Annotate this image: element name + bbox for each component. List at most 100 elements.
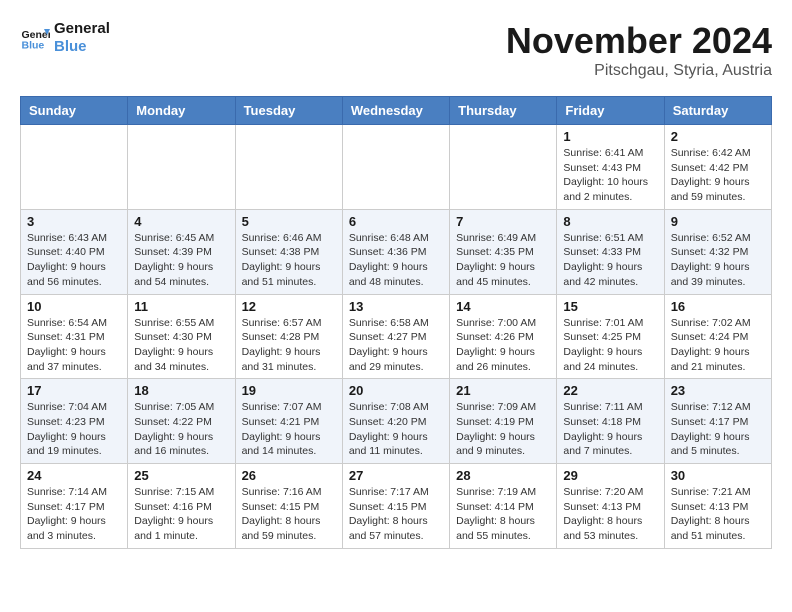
day-info: Sunrise: 6:52 AM Sunset: 4:32 PM Dayligh… bbox=[671, 231, 765, 290]
calendar-cell: 2 Sunrise: 6:42 AM Sunset: 4:42 PM Daylig… bbox=[664, 125, 771, 210]
day-info: Sunrise: 6:46 AM Sunset: 4:38 PM Dayligh… bbox=[242, 231, 336, 290]
day-info: Sunrise: 7:17 AM Sunset: 4:15 PM Dayligh… bbox=[349, 485, 443, 544]
calendar-table: SundayMondayTuesdayWednesdayThursdayFrid… bbox=[20, 96, 772, 549]
calendar-cell: 5Sunrise: 6:46 AM Sunset: 4:38 PM Daylig… bbox=[235, 209, 342, 294]
day-info: Sunrise: 6:42 AM Sunset: 4:42 PM Dayligh… bbox=[671, 146, 765, 205]
calendar-cell: 20 Sunrise: 7:08 AM Sunset: 4:20 PM Dayli… bbox=[342, 379, 449, 464]
day-info: Sunrise: 6:48 AM Sunset: 4:36 PM Dayligh… bbox=[349, 231, 443, 290]
day-number: 19 bbox=[242, 383, 336, 398]
calendar-cell: 29 Sunrise: 7:20 AM Sunset: 4:13 PM Dayli… bbox=[557, 464, 664, 549]
calendar-cell: 17 Sunrise: 7:04 AM Sunset: 4:23 PM Dayli… bbox=[21, 379, 128, 464]
day-info: Sunrise: 6:41 AM Sunset: 4:43 PM Dayligh… bbox=[563, 146, 657, 205]
calendar-cell bbox=[235, 125, 342, 210]
day-number: 10 bbox=[27, 299, 121, 314]
svg-text:Blue: Blue bbox=[22, 40, 45, 52]
day-info: Sunrise: 7:11 AM Sunset: 4:18 PM Dayligh… bbox=[563, 400, 657, 459]
day-number: 21 bbox=[456, 383, 550, 398]
calendar-cell: 8 Sunrise: 6:51 AM Sunset: 4:33 PM Daylig… bbox=[557, 209, 664, 294]
calendar-week-row: 24 Sunrise: 7:14 AM Sunset: 4:17 PM Dayli… bbox=[21, 464, 772, 549]
day-info: Sunrise: 7:00 AM Sunset: 4:26 PM Dayligh… bbox=[456, 316, 550, 375]
day-info: Sunrise: 6:45 AM Sunset: 4:39 PM Dayligh… bbox=[134, 231, 228, 290]
day-info: Sunrise: 7:08 AM Sunset: 4:20 PM Dayligh… bbox=[349, 400, 443, 459]
logo-icon: General Blue bbox=[20, 23, 50, 53]
day-number: 11 bbox=[134, 299, 228, 314]
day-number: 29 bbox=[563, 468, 657, 483]
day-number: 25 bbox=[134, 468, 228, 483]
day-info: Sunrise: 6:43 AM Sunset: 4:40 PM Dayligh… bbox=[27, 231, 121, 290]
calendar-cell: 22Sunrise: 7:11 AM Sunset: 4:18 PM Dayli… bbox=[557, 379, 664, 464]
weekday-header: Thursday bbox=[450, 97, 557, 125]
logo: General Blue General Blue bbox=[20, 20, 110, 56]
day-info: Sunrise: 6:49 AM Sunset: 4:35 PM Dayligh… bbox=[456, 231, 550, 290]
day-number: 23 bbox=[671, 383, 765, 398]
day-info: Sunrise: 6:54 AM Sunset: 4:31 PM Dayligh… bbox=[27, 316, 121, 375]
day-number: 7 bbox=[456, 214, 550, 229]
day-number: 15 bbox=[563, 299, 657, 314]
day-info: Sunrise: 6:51 AM Sunset: 4:33 PM Dayligh… bbox=[563, 231, 657, 290]
day-number: 14 bbox=[456, 299, 550, 314]
day-info: Sunrise: 7:04 AM Sunset: 4:23 PM Dayligh… bbox=[27, 400, 121, 459]
day-number: 9 bbox=[671, 214, 765, 229]
day-number: 4 bbox=[134, 214, 228, 229]
calendar-cell: 26Sunrise: 7:16 AM Sunset: 4:15 PM Dayli… bbox=[235, 464, 342, 549]
calendar-cell: 18 Sunrise: 7:05 AM Sunset: 4:22 PM Dayli… bbox=[128, 379, 235, 464]
weekday-header: Wednesday bbox=[342, 97, 449, 125]
logo-text-general: General bbox=[54, 20, 110, 38]
day-number: 26 bbox=[242, 468, 336, 483]
calendar-week-row: 1 Sunrise: 6:41 AM Sunset: 4:43 PM Daylig… bbox=[21, 125, 772, 210]
calendar-cell: 12Sunrise: 6:57 AM Sunset: 4:28 PM Dayli… bbox=[235, 294, 342, 379]
day-info: Sunrise: 7:19 AM Sunset: 4:14 PM Dayligh… bbox=[456, 485, 550, 544]
day-number: 28 bbox=[456, 468, 550, 483]
calendar-cell bbox=[128, 125, 235, 210]
calendar-cell bbox=[342, 125, 449, 210]
calendar-cell: 4 Sunrise: 6:45 AM Sunset: 4:39 PM Daylig… bbox=[128, 209, 235, 294]
calendar-week-row: 17 Sunrise: 7:04 AM Sunset: 4:23 PM Dayli… bbox=[21, 379, 772, 464]
calendar-cell: 1 Sunrise: 6:41 AM Sunset: 4:43 PM Daylig… bbox=[557, 125, 664, 210]
day-number: 30 bbox=[671, 468, 765, 483]
calendar-cell: 7 Sunrise: 6:49 AM Sunset: 4:35 PM Daylig… bbox=[450, 209, 557, 294]
day-number: 3 bbox=[27, 214, 121, 229]
calendar-cell: 30 Sunrise: 7:21 AM Sunset: 4:13 PM Dayli… bbox=[664, 464, 771, 549]
calendar-week-row: 3 Sunrise: 6:43 AM Sunset: 4:40 PM Daylig… bbox=[21, 209, 772, 294]
calendar-cell: 10 Sunrise: 6:54 AM Sunset: 4:31 PM Dayli… bbox=[21, 294, 128, 379]
day-number: 8 bbox=[563, 214, 657, 229]
day-info: Sunrise: 7:12 AM Sunset: 4:17 PM Dayligh… bbox=[671, 400, 765, 459]
day-info: Sunrise: 6:58 AM Sunset: 4:27 PM Dayligh… bbox=[349, 316, 443, 375]
calendar-cell: 27 Sunrise: 7:17 AM Sunset: 4:15 PM Dayli… bbox=[342, 464, 449, 549]
title-section: November 2024 Pitschgau, Styria, Austria bbox=[506, 20, 772, 80]
calendar-cell: 28 Sunrise: 7:19 AM Sunset: 4:14 PM Dayli… bbox=[450, 464, 557, 549]
logo-text-blue: Blue bbox=[54, 38, 110, 56]
calendar-cell: 24 Sunrise: 7:14 AM Sunset: 4:17 PM Dayli… bbox=[21, 464, 128, 549]
day-number: 17 bbox=[27, 383, 121, 398]
day-info: Sunrise: 7:20 AM Sunset: 4:13 PM Dayligh… bbox=[563, 485, 657, 544]
calendar-cell bbox=[450, 125, 557, 210]
day-info: Sunrise: 7:05 AM Sunset: 4:22 PM Dayligh… bbox=[134, 400, 228, 459]
day-number: 1 bbox=[563, 129, 657, 144]
calendar-cell: 14 Sunrise: 7:00 AM Sunset: 4:26 PM Dayli… bbox=[450, 294, 557, 379]
day-info: Sunrise: 6:55 AM Sunset: 4:30 PM Dayligh… bbox=[134, 316, 228, 375]
day-info: Sunrise: 7:15 AM Sunset: 4:16 PM Dayligh… bbox=[134, 485, 228, 544]
day-info: Sunrise: 7:21 AM Sunset: 4:13 PM Dayligh… bbox=[671, 485, 765, 544]
day-info: Sunrise: 7:07 AM Sunset: 4:21 PM Dayligh… bbox=[242, 400, 336, 459]
day-info: Sunrise: 7:14 AM Sunset: 4:17 PM Dayligh… bbox=[27, 485, 121, 544]
calendar-cell: 9 Sunrise: 6:52 AM Sunset: 4:32 PM Daylig… bbox=[664, 209, 771, 294]
day-number: 20 bbox=[349, 383, 443, 398]
calendar-cell: 16Sunrise: 7:02 AM Sunset: 4:24 PM Dayli… bbox=[664, 294, 771, 379]
location-subtitle: Pitschgau, Styria, Austria bbox=[506, 62, 772, 80]
weekday-header: Friday bbox=[557, 97, 664, 125]
page-header: General Blue General Blue November 2024 … bbox=[20, 20, 772, 80]
day-info: Sunrise: 6:57 AM Sunset: 4:28 PM Dayligh… bbox=[242, 316, 336, 375]
day-number: 6 bbox=[349, 214, 443, 229]
calendar-cell bbox=[21, 125, 128, 210]
day-info: Sunrise: 7:02 AM Sunset: 4:24 PM Dayligh… bbox=[671, 316, 765, 375]
day-number: 24 bbox=[27, 468, 121, 483]
calendar-cell: 25 Sunrise: 7:15 AM Sunset: 4:16 PM Dayli… bbox=[128, 464, 235, 549]
calendar-cell: 6 Sunrise: 6:48 AM Sunset: 4:36 PM Daylig… bbox=[342, 209, 449, 294]
day-number: 2 bbox=[671, 129, 765, 144]
calendar-cell: 11 Sunrise: 6:55 AM Sunset: 4:30 PM Dayli… bbox=[128, 294, 235, 379]
calendar-cell: 21Sunrise: 7:09 AM Sunset: 4:19 PM Dayli… bbox=[450, 379, 557, 464]
day-number: 18 bbox=[134, 383, 228, 398]
weekday-header: Monday bbox=[128, 97, 235, 125]
day-info: Sunrise: 7:01 AM Sunset: 4:25 PM Dayligh… bbox=[563, 316, 657, 375]
day-number: 27 bbox=[349, 468, 443, 483]
